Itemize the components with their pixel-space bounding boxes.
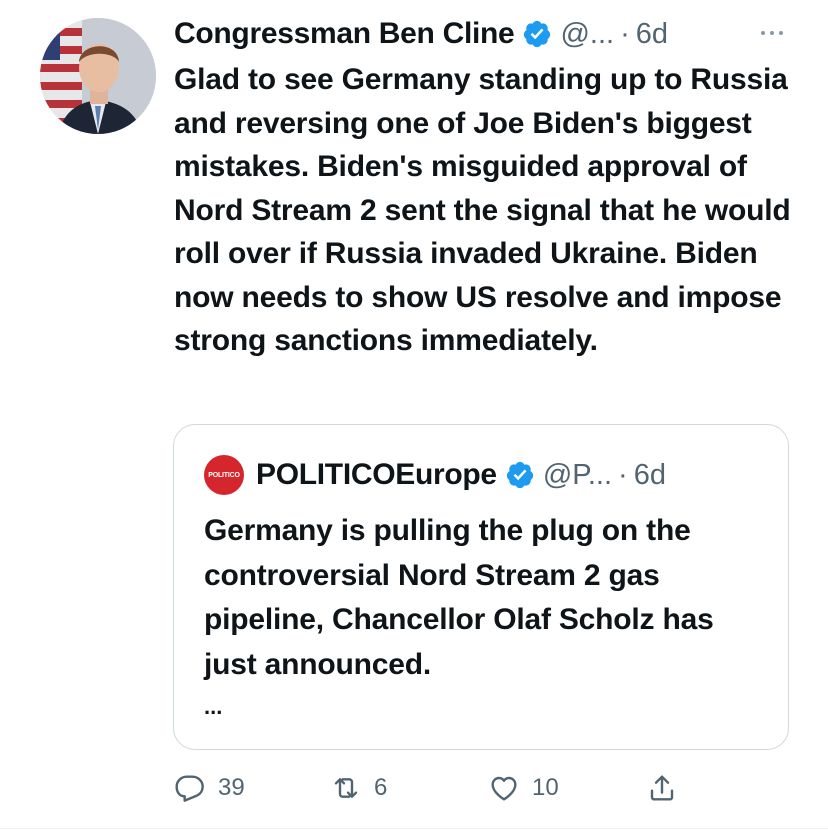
like-count: 10	[532, 774, 559, 801]
avatar-image	[40, 18, 156, 134]
divider	[0, 828, 828, 829]
tweet-header: Congressman Ben Cline @... · 6d	[174, 14, 814, 54]
retweet-icon	[330, 772, 362, 804]
tweet-timestamp[interactable]: 6d	[636, 18, 668, 51]
quoted-author-name: POLITICOEurope	[256, 458, 497, 491]
quoted-tweet[interactable]: POLITICO POLITICOEurope @P... · 6d Germa…	[173, 424, 789, 750]
quoted-tweet-text: Germany is pulling the plug on the contr…	[204, 514, 714, 681]
politico-logo[interactable]: POLITICO	[204, 455, 244, 495]
verified-icon	[522, 19, 552, 49]
tweet-text: Glad to see Germany standing up to Russi…	[174, 63, 791, 357]
separator-dot: ·	[618, 458, 628, 491]
author-handle[interactable]: @...	[560, 18, 614, 51]
share-icon	[646, 772, 678, 804]
tweet[interactable]: Congressman Ben Cline @... · 6d Glad to …	[0, 0, 828, 831]
retweet-count: 6	[374, 774, 388, 801]
share-button[interactable]	[646, 768, 678, 808]
quoted-more-ellipsis: ...	[204, 694, 223, 719]
like-button[interactable]: 10	[488, 768, 559, 808]
reply-icon	[174, 772, 206, 804]
retweet-button[interactable]: 6	[330, 768, 387, 808]
reply-button[interactable]: 39	[174, 768, 245, 808]
avatar[interactable]	[40, 18, 156, 134]
quoted-timestamp: 6d	[633, 458, 666, 491]
quoted-author-handle: @P...	[542, 458, 613, 491]
verified-icon	[505, 460, 535, 490]
tweet-actions: 39 6 10	[0, 760, 828, 812]
separator-dot: ·	[620, 17, 630, 50]
more-icon[interactable]	[752, 16, 792, 50]
quoted-tweet-header: POLITICO POLITICOEurope @P... · 6d	[204, 455, 774, 495]
reply-count: 39	[218, 774, 245, 801]
author-name[interactable]: Congressman Ben Cline	[174, 17, 515, 51]
like-icon	[488, 772, 520, 804]
